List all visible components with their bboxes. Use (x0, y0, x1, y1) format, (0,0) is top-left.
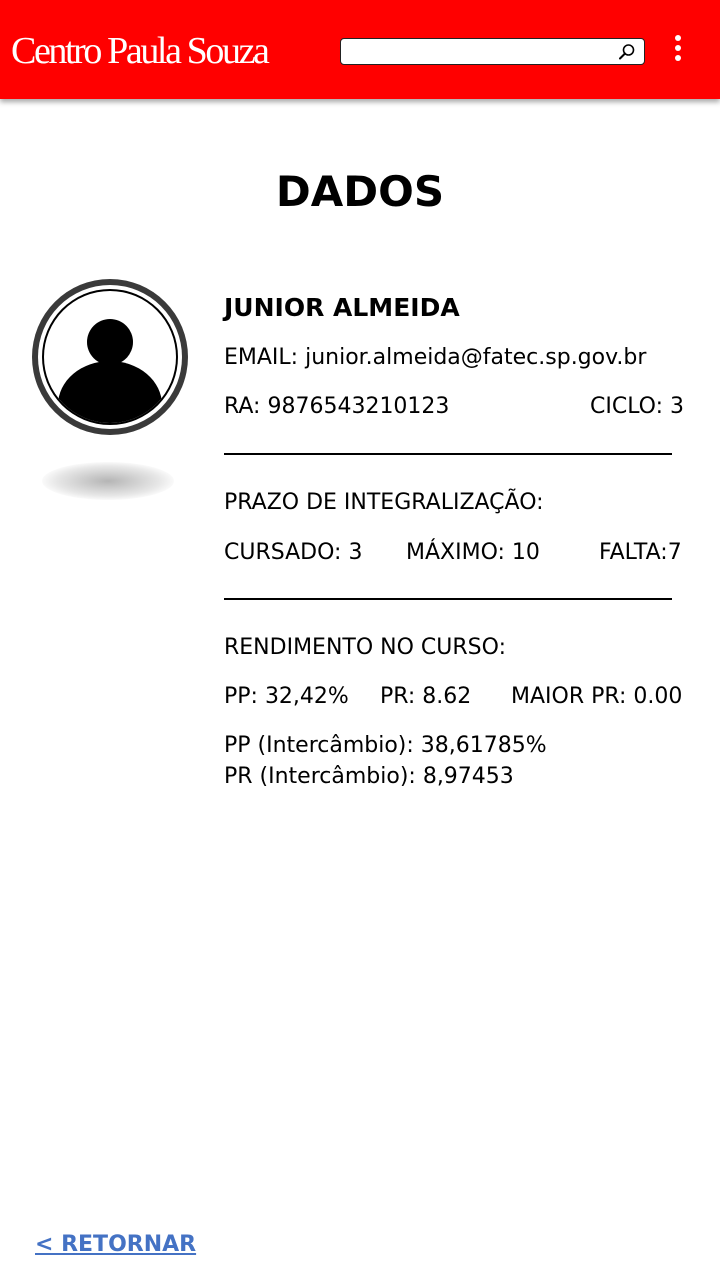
divider (224, 598, 672, 600)
app-header: Centro Paula Souza (0, 0, 720, 99)
student-ciclo: CICLO: 3 (590, 394, 685, 419)
search-icon[interactable] (618, 43, 636, 61)
brand-logo: Centro Paula Souza (11, 30, 270, 72)
user-avatar-icon (32, 279, 188, 435)
divider (224, 453, 672, 455)
student-name: JUNIOR ALMEIDA (224, 293, 460, 322)
pp-intercambio-value: PP (Intercâmbio): 38,61785% (224, 733, 547, 758)
falta-value: FALTA:7 (599, 540, 682, 565)
student-ra: RA: 9876543210123 (224, 394, 450, 419)
pp-value: PP: 32,42% (224, 684, 349, 709)
maior-pr-value: MAIOR PR: 0.00 (511, 684, 683, 709)
more-vertical-icon[interactable] (668, 34, 688, 64)
page-title: DADOS (275, 167, 445, 216)
search-bar[interactable] (340, 38, 645, 65)
avatar-shadow (42, 462, 174, 500)
integralizacao-heading: PRAZO DE INTEGRALIZAÇÃO: (224, 490, 544, 515)
rendimento-heading: RENDIMENTO NO CURSO: (224, 635, 506, 660)
pr-value: PR: 8.62 (380, 684, 472, 709)
search-input[interactable] (347, 41, 607, 62)
student-email: EMAIL: junior.almeida@fatec.sp.gov.br (224, 345, 647, 370)
maximo-value: MÁXIMO: 10 (406, 540, 540, 565)
return-link[interactable]: < RETORNAR (35, 1230, 196, 1260)
cursado-value: CURSADO: 3 (224, 540, 363, 565)
pr-intercambio-value: PR (Intercâmbio): 8,97453 (224, 764, 514, 789)
